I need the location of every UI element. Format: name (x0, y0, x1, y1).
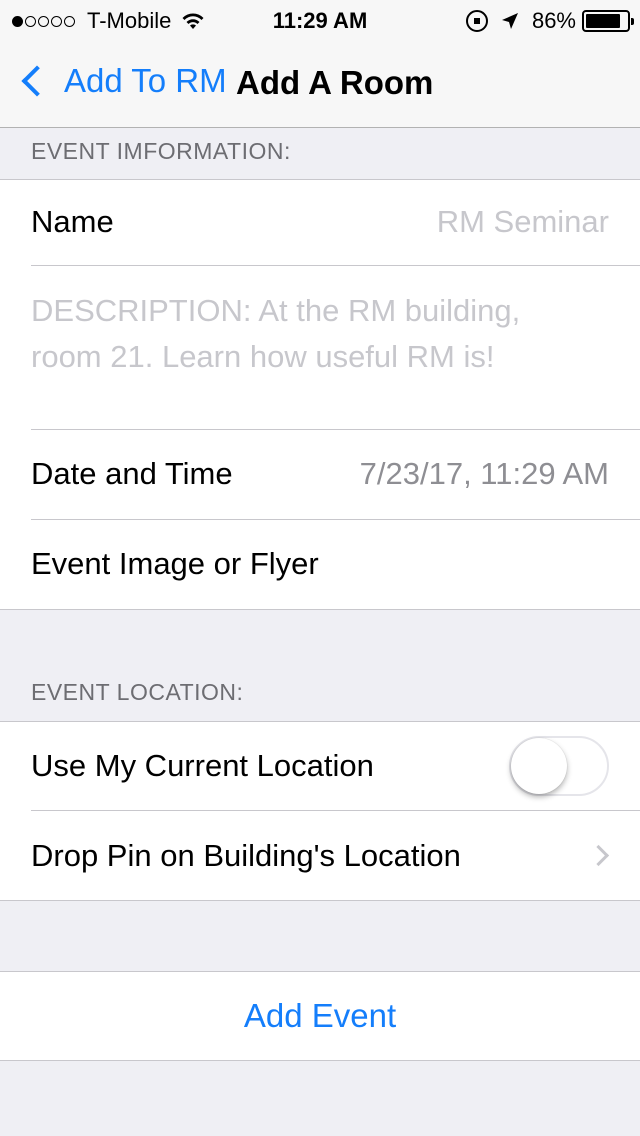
event-image-row[interactable]: Event Image or Flyer (0, 520, 640, 609)
current-location-label: Use My Current Location (31, 748, 374, 783)
battery-percent: 86% (531, 8, 576, 33)
event-information-group: Name RM Seminar DESCRIPTION: At the RM b… (0, 179, 640, 610)
rotation-lock-icon (465, 10, 488, 32)
name-label: Name (31, 204, 114, 239)
current-location-toggle[interactable] (509, 736, 609, 796)
section-header-event-location: EVENT LOCATION: (31, 679, 244, 705)
page-title: Add A Room (236, 64, 434, 101)
add-event-button[interactable]: Add Event (0, 971, 640, 1061)
drop-pin-row[interactable]: Drop Pin on Building's Location (0, 811, 640, 900)
battery-level (586, 14, 621, 28)
drop-pin-label: Drop Pin on Building's Location (31, 838, 461, 873)
description-row: DESCRIPTION: At the RM building, room 21… (0, 266, 640, 430)
toggle-knob (511, 738, 567, 794)
date-time-value[interactable]: 7/23/17, 11:29 AM (360, 456, 609, 492)
event-image-label: Event Image or Flyer (31, 546, 319, 581)
status-bar: T-Mobile 11:29 AM 86% (0, 0, 640, 40)
chevron-left-icon (21, 65, 53, 97)
description-input[interactable]: DESCRIPTION: At the RM building, room 21… (31, 288, 591, 380)
chevron-right-icon (587, 844, 610, 867)
date-time-label: Date and Time (31, 456, 233, 491)
name-input[interactable]: RM Seminar (437, 204, 609, 240)
back-button-label: Add To RM (64, 62, 227, 99)
name-row: Name RM Seminar (0, 180, 640, 266)
battery-icon (582, 10, 634, 32)
current-location-row: Use My Current Location (0, 722, 640, 811)
date-time-row[interactable]: Date and Time 7/23/17, 11:29 AM (0, 430, 640, 520)
event-location-group: Use My Current Location Drop Pin on Buil… (0, 721, 640, 901)
location-arrow-icon (501, 13, 518, 29)
section-header-event-information: EVENT IMFORMATION: (31, 138, 291, 164)
navigation-bar: Add To RM Add A Room (0, 40, 640, 128)
status-right: 86% (465, 8, 634, 34)
back-button[interactable]: Add To RM (16, 62, 227, 100)
